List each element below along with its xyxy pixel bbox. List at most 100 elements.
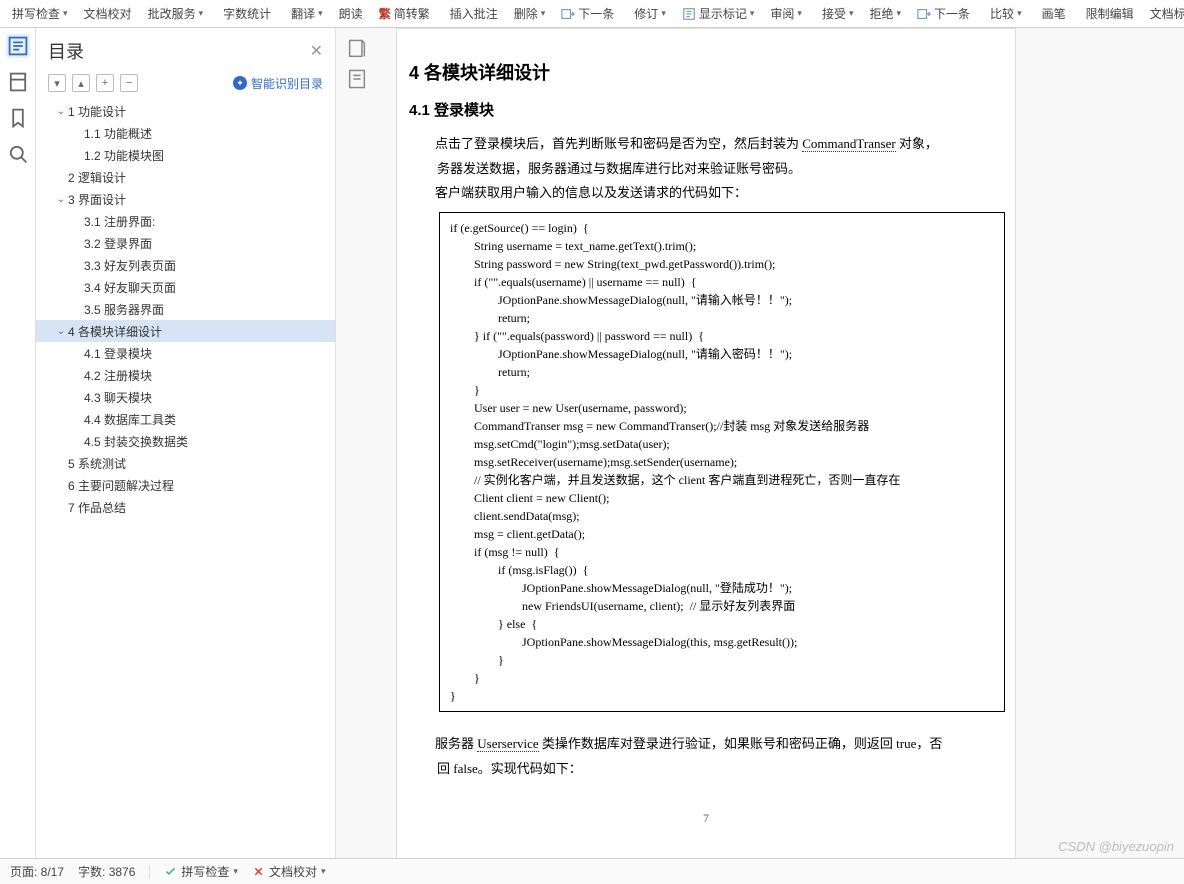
status-spell-check[interactable]: 拼写检查▾ [164,863,238,880]
outline-item[interactable]: ⌄4 各模块详细设计 [36,320,335,342]
outline-item-label: 3.5 服务器界面 [84,301,164,318]
outline-item-label: 5 系统测试 [68,455,126,472]
outline-item-label: 1.1 功能概述 [84,125,152,142]
outline-item-label: 3 界面设计 [68,191,126,208]
bookmark-tab-icon[interactable] [6,106,30,130]
outline-item[interactable]: 4.3 聊天模块 [36,386,335,408]
left-sidebar [0,28,36,858]
document-page: 4 各模块详细设计 4.1 登录模块 点击了登录模块后，首先判断账号和密码是否为… [396,28,1016,858]
expand-all-button[interactable]: ▴ [72,74,90,92]
pen-button[interactable]: 画笔 [1034,1,1074,27]
outline-panel: 目录 ✕ ▾ ▴ + − ✦ 智能识别目录 ⌄1 功能设计1.1 功能概述1.2… [36,28,336,858]
outline-item[interactable]: 2 逻辑设计 [36,166,335,188]
outline-item[interactable]: ⌄3 界面设计 [36,188,335,210]
batch-service-button[interactable]: 批改服务▾ [140,1,212,27]
status-word-count[interactable]: 字数: 3876 [78,863,135,880]
collapse-all-button[interactable]: ▾ [48,74,66,92]
chevron-icon[interactable]: ⌄ [54,194,68,205]
main-area: 目录 ✕ ▾ ▴ + − ✦ 智能识别目录 ⌄1 功能设计1.1 功能概述1.2… [0,28,1184,858]
box-arrow-icon [917,7,931,21]
chevron-icon[interactable]: ⌄ [54,106,68,117]
outline-item[interactable]: 4.5 封装交换数据类 [36,430,335,452]
outline-item[interactable]: 6 主要问题解决过程 [36,474,335,496]
next-comment-button[interactable]: 下一条 [909,1,978,27]
outline-item-label: 4.1 登录模块 [84,345,152,362]
section-tab-icon[interactable] [6,70,30,94]
status-page[interactable]: 页面: 8/17 [10,863,64,880]
outline-item-label: 7 作品总结 [68,499,126,516]
top-toolbar: 拼写检查▾ 文档校对 批改服务▾ 字数统计 翻译▾ 朗读 繁简转繁 插入批注 删… [0,0,1184,28]
outline-tree: ⌄1 功能设计1.1 功能概述1.2 功能模块图2 逻辑设计⌄3 界面设计3.1… [36,98,335,858]
read-aloud-button[interactable]: 朗读 [331,1,371,27]
code-block: if (e.getSource() == login) { String use… [439,212,1005,712]
outline-item[interactable]: 5 系统测试 [36,452,335,474]
box-arrow-icon [561,7,575,21]
page-number: 7 [397,811,1015,826]
outline-item-label: 3.1 注册界面: [84,213,155,230]
outline-item-label: 4 各模块详细设计 [68,323,162,340]
body-paragraph: 服务器 Userservice 类操作数据库对登录进行验证，如果账号和密码正确，… [397,732,1015,757]
outline-item[interactable]: 3.4 好友聊天页面 [36,276,335,298]
prev-comment-button[interactable]: 下一条 [553,1,622,27]
compare-button[interactable]: 比较▾ [982,1,1030,27]
outline-item[interactable]: 1.1 功能概述 [36,122,335,144]
body-paragraph: 点击了登录模块后，首先判断账号和密码是否为空，然后封装为 CommandTran… [397,132,1015,157]
outline-item-label: 3.2 登录界面 [84,235,152,252]
heading-1: 4 各模块详细设计 [397,59,1015,85]
outline-item[interactable]: 3.3 好友列表页面 [36,254,335,276]
outline-item[interactable]: 1.2 功能模块图 [36,144,335,166]
doc-mark-button[interactable]: 文档标 [1142,1,1184,27]
markup-icon [682,7,696,21]
auto-detect-outline-button[interactable]: ✦ 智能识别目录 [233,75,323,92]
outline-item-label: 4.2 注册模块 [84,367,152,384]
outline-item[interactable]: 3.2 登录界面 [36,232,335,254]
auto-detect-icon: ✦ [233,76,247,90]
outline-item-label: 4.5 封装交换数据类 [84,433,188,450]
outline-item[interactable]: 4.4 数据库工具类 [36,408,335,430]
page-options-icon[interactable] [346,68,368,90]
body-paragraph: 务器发送数据，服务器通过与数据库进行比对来验证账号密码。 [397,157,1015,182]
check-icon [164,865,177,878]
insert-comment-button[interactable]: 插入批注 [442,1,506,27]
doc-proof-button[interactable]: 文档校对 [76,1,140,27]
outline-item-label: 3.3 好友列表页面 [84,257,176,274]
show-markup-button[interactable]: 显示标记▾ [674,1,763,27]
chevron-icon[interactable]: ⌄ [54,326,68,337]
status-bar: 页面: 8/17 字数: 3876 拼写检查▾ 文档校对▾ [0,858,1184,884]
outline-item-label: 1 功能设计 [68,103,126,120]
review-button[interactable]: 审阅▾ [762,1,810,27]
document-area[interactable]: 4 各模块详细设计 4.1 登录模块 点击了登录模块后，首先判断账号和密码是否为… [336,28,1184,858]
outline-item-label: 6 主要问题解决过程 [68,477,174,494]
translate-button[interactable]: 翻译▾ [283,1,331,27]
outline-tab-icon[interactable] [6,34,30,58]
cross-icon [252,865,265,878]
outline-item-label: 2 逻辑设计 [68,169,126,186]
delete-button[interactable]: 删除▾ [506,1,554,27]
restrict-edit-button[interactable]: 限制编辑 [1078,1,1142,27]
simp-trad-button[interactable]: 繁简转繁 [371,1,438,27]
body-paragraph: 回 false。实现代码如下： [397,757,1015,782]
remove-level-button[interactable]: − [120,74,138,92]
search-tab-icon[interactable] [6,142,30,166]
status-doc-proof[interactable]: 文档校对▾ [252,863,326,880]
outline-item[interactable]: ⌄1 功能设计 [36,100,335,122]
page-setup-icon[interactable] [346,38,368,60]
outline-item-label: 1.2 功能模块图 [84,147,164,164]
underlined-term: Userservice [477,736,538,752]
outline-item[interactable]: 4.1 登录模块 [36,342,335,364]
add-level-button[interactable]: + [96,74,114,92]
outline-item-label: 4.4 数据库工具类 [84,411,176,428]
accept-button[interactable]: 接受▾ [814,1,862,27]
revise-button[interactable]: 修订▾ [626,1,674,27]
spell-check-button[interactable]: 拼写检查▾ [4,1,76,27]
outline-item[interactable]: 4.2 注册模块 [36,364,335,386]
outline-item[interactable]: 3.1 注册界面: [36,210,335,232]
body-paragraph: 客户端获取用户输入的信息以及发送请求的代码如下： [397,181,1015,206]
close-outline-button[interactable]: ✕ [310,41,323,61]
outline-item[interactable]: 7 作品总结 [36,496,335,518]
simp-trad-icon: 繁 [379,5,391,22]
word-count-button[interactable]: 字数统计 [215,1,279,27]
reject-button[interactable]: 拒绝▾ [861,1,909,27]
outline-item[interactable]: 3.5 服务器界面 [36,298,335,320]
heading-2: 4.1 登录模块 [397,99,1015,120]
